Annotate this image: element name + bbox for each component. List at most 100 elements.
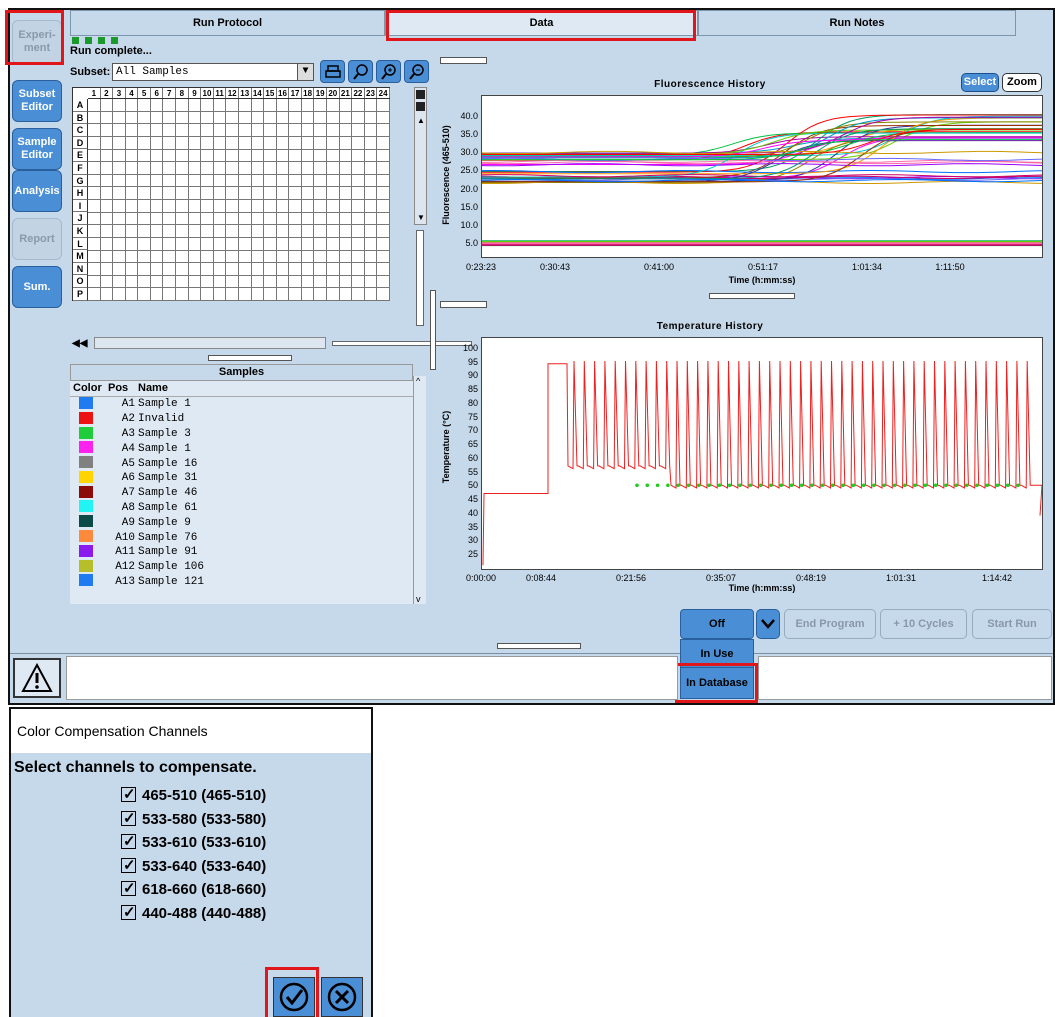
cancel-button[interactable] [321, 977, 363, 1017]
plate-well[interactable] [189, 150, 202, 163]
plate-well[interactable] [151, 238, 164, 251]
splitter-grip[interactable] [208, 355, 292, 361]
plate-well[interactable] [264, 162, 277, 175]
channel-option[interactable]: 618-660 (618-660) [121, 881, 266, 905]
plate-well[interactable] [113, 99, 126, 112]
plate-well[interactable] [264, 251, 277, 264]
plate-row-header[interactable]: O [73, 275, 88, 288]
plate-well[interactable] [101, 124, 114, 137]
table-row[interactable]: A3 Sample 3 [70, 427, 413, 442]
plate-well[interactable] [365, 225, 378, 238]
plate-well[interactable] [101, 187, 114, 200]
plate-well[interactable] [314, 276, 327, 289]
plate-well[interactable] [289, 187, 302, 200]
plate-well[interactable] [264, 238, 277, 251]
table-row[interactable]: A4 Sample 1 [70, 441, 413, 456]
plate-well[interactable] [302, 238, 315, 251]
plate-well[interactable] [252, 175, 265, 188]
plate-well[interactable] [163, 162, 176, 175]
plate-well[interactable] [377, 150, 390, 163]
plate-well[interactable] [327, 99, 340, 112]
table-row[interactable]: A11 Sample 91 [70, 545, 413, 560]
plate-well[interactable] [377, 187, 390, 200]
plate-well[interactable] [365, 238, 378, 251]
plate-col-header[interactable]: 5 [138, 88, 151, 98]
plate-well[interactable] [201, 276, 214, 289]
plate-well[interactable] [340, 200, 353, 213]
plate-well[interactable] [289, 175, 302, 188]
plate-well[interactable] [126, 288, 139, 301]
plate-well[interactable] [365, 276, 378, 289]
plate-grid[interactable]: 1 2 3 4 5 6 7 8 9 10 11 12 13 14 15 16 17 18 19 20 21 22 23 24 … [72, 87, 390, 301]
plate-well[interactable] [226, 251, 239, 264]
plate-well[interactable] [214, 200, 227, 213]
plate-well[interactable] [264, 288, 277, 301]
plate-well[interactable] [101, 112, 114, 125]
plate-col-header[interactable]: 1 [88, 88, 101, 98]
plate-well[interactable] [239, 162, 252, 175]
plate-well[interactable] [151, 263, 164, 276]
plate-well[interactable] [302, 150, 315, 163]
plate-col-header[interactable]: 20 [327, 88, 340, 98]
channel-option[interactable]: 465-510 (465-510) [121, 787, 266, 811]
plate-well[interactable] [252, 288, 265, 301]
plate-well[interactable] [163, 137, 176, 150]
plate-well[interactable] [352, 288, 365, 301]
plate-well[interactable] [101, 150, 114, 163]
plate-well[interactable] [138, 124, 151, 137]
plate-well[interactable] [340, 162, 353, 175]
plate-well[interactable] [201, 124, 214, 137]
end-program-button[interactable]: End Program [784, 609, 876, 639]
plate-well[interactable] [327, 288, 340, 301]
plate-well[interactable] [101, 288, 114, 301]
plate-well[interactable] [101, 162, 114, 175]
plate-well[interactable] [176, 137, 189, 150]
plate-well[interactable] [252, 124, 265, 137]
plate-well[interactable] [314, 263, 327, 276]
plate-well[interactable] [88, 112, 101, 125]
plate-well[interactable] [226, 200, 239, 213]
plate-well[interactable] [138, 263, 151, 276]
plate-well[interactable] [327, 124, 340, 137]
warning-icon[interactable] [13, 658, 61, 698]
plate-well[interactable] [352, 150, 365, 163]
plate-well[interactable] [340, 187, 353, 200]
plate-well[interactable] [365, 162, 378, 175]
plate-well[interactable] [126, 225, 139, 238]
plate-well[interactable] [101, 225, 114, 238]
plate-well[interactable] [201, 187, 214, 200]
plate-well[interactable] [151, 251, 164, 264]
plate-well[interactable] [314, 200, 327, 213]
plate-col-header[interactable]: 24 [377, 88, 390, 98]
plate-well[interactable] [264, 225, 277, 238]
plate-well[interactable] [138, 213, 151, 226]
plate-well[interactable] [189, 162, 202, 175]
plate-well[interactable] [302, 124, 315, 137]
plate-well[interactable] [377, 225, 390, 238]
plate-well[interactable] [289, 276, 302, 289]
plate-well[interactable] [176, 187, 189, 200]
plate-col-header[interactable]: 14 [252, 88, 265, 98]
plate-well[interactable] [201, 162, 214, 175]
plate-well[interactable] [101, 238, 114, 251]
plate-well[interactable] [239, 137, 252, 150]
plate-well[interactable] [101, 213, 114, 226]
plate-well[interactable] [214, 137, 227, 150]
plate-well[interactable] [126, 276, 139, 289]
plate-well[interactable] [239, 238, 252, 251]
plate-col-header[interactable]: 13 [239, 88, 252, 98]
channel-option[interactable]: 533-640 (533-640) [121, 858, 266, 882]
plate-well[interactable] [264, 99, 277, 112]
plate-well[interactable] [239, 124, 252, 137]
plate-well[interactable] [88, 288, 101, 301]
plate-row-header[interactable]: I [73, 200, 88, 213]
plate-well[interactable] [352, 263, 365, 276]
plate-well[interactable] [201, 288, 214, 301]
plate-well[interactable] [277, 99, 290, 112]
plate-well[interactable] [352, 99, 365, 112]
plate-well[interactable] [289, 225, 302, 238]
plate-well[interactable] [365, 263, 378, 276]
plate-well[interactable] [113, 200, 126, 213]
checkbox[interactable] [121, 905, 136, 920]
plate-well[interactable] [239, 213, 252, 226]
